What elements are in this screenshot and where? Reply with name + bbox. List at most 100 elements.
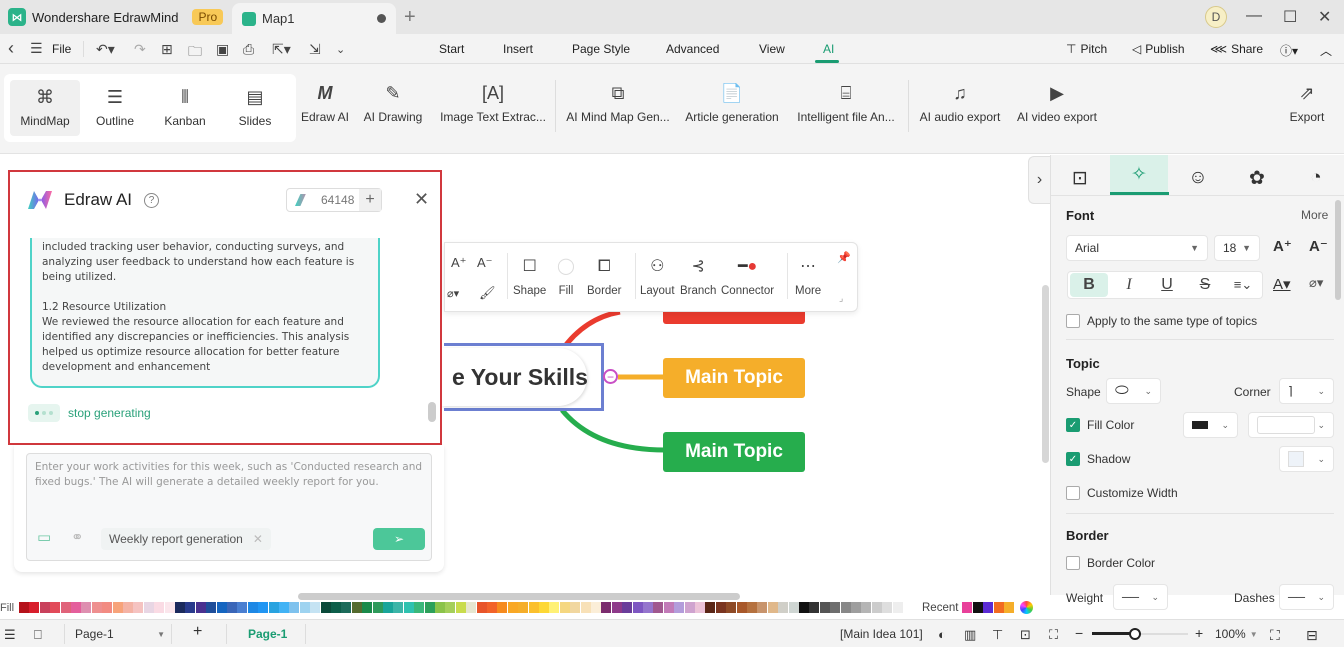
format-painter-icon[interactable]: 🖌 bbox=[479, 285, 496, 301]
tab-start[interactable]: Start bbox=[439, 42, 464, 56]
shadow-option[interactable]: ✓ Shadow bbox=[1066, 452, 1130, 466]
color-swatch[interactable] bbox=[112, 602, 123, 613]
tab-ai[interactable]: AI bbox=[823, 42, 834, 56]
color-swatch[interactable] bbox=[310, 602, 321, 613]
color-swatch[interactable] bbox=[663, 602, 674, 613]
mindmap-context-icon[interactable]: ⚭ bbox=[71, 528, 84, 546]
color-swatch[interactable] bbox=[50, 602, 61, 613]
fit-content-icon[interactable]: ⛶ bbox=[1049, 627, 1058, 643]
decrease-font-icon[interactable]: A⁻ bbox=[477, 255, 493, 271]
color-swatch[interactable] bbox=[133, 602, 144, 613]
layout-button[interactable]: ⚇ Layout bbox=[640, 257, 675, 297]
color-swatch[interactable] bbox=[123, 602, 133, 613]
main-topic-orange[interactable]: Main Topic bbox=[663, 358, 805, 398]
tab-history[interactable]: ◔ bbox=[1287, 163, 1344, 193]
import-icon[interactable]: ⇲ bbox=[309, 41, 321, 58]
kanban-view-button[interactable]: ⫴ Kanban bbox=[154, 86, 216, 128]
color-swatch[interactable] bbox=[643, 602, 653, 613]
color-swatch[interactable] bbox=[268, 602, 279, 613]
highlight-icon[interactable]: ⌀▾ bbox=[447, 287, 459, 300]
color-swatch[interactable] bbox=[507, 602, 518, 613]
save-icon[interactable]: ▣ bbox=[216, 41, 229, 58]
color-swatch[interactable] bbox=[206, 602, 217, 613]
recent-color-swatch[interactable] bbox=[1004, 602, 1014, 613]
document-tab[interactable]: Map1 bbox=[232, 3, 396, 34]
color-swatch[interactable] bbox=[591, 602, 601, 613]
color-swatch[interactable] bbox=[788, 602, 799, 613]
customize-width-checkbox[interactable] bbox=[1066, 486, 1080, 500]
share-button[interactable]: ⋘ Share bbox=[1210, 42, 1263, 56]
color-swatch[interactable] bbox=[102, 602, 113, 613]
ai-video-export-button[interactable]: ▶ AI video export bbox=[1014, 82, 1100, 124]
color-swatch[interactable] bbox=[830, 602, 841, 613]
page-list-icon[interactable]: ☰ bbox=[4, 627, 16, 643]
color-swatch[interactable] bbox=[185, 602, 196, 613]
add-credits-button[interactable]: + bbox=[359, 189, 381, 211]
app-tab[interactable]: ⋈ Wondershare EdrawMind Pro bbox=[8, 6, 224, 28]
color-swatch[interactable] bbox=[882, 602, 893, 613]
close-ai-panel-button[interactable]: ✕ bbox=[414, 189, 429, 210]
border-dashes-select[interactable]: ── ⌄ bbox=[1279, 584, 1334, 610]
color-swatch[interactable] bbox=[487, 602, 497, 613]
add-page-button[interactable]: + bbox=[193, 623, 202, 641]
collapse-right-panel-button[interactable]: › bbox=[1028, 156, 1050, 204]
color-swatch[interactable] bbox=[175, 602, 185, 613]
tab-icons[interactable]: ☺ bbox=[1169, 163, 1227, 193]
redo-icon[interactable]: ↷ bbox=[134, 41, 146, 58]
italic-button[interactable]: I bbox=[1110, 276, 1148, 294]
border-button[interactable]: ⧠ Border bbox=[587, 257, 622, 297]
color-swatch[interactable] bbox=[653, 602, 664, 613]
color-swatch[interactable] bbox=[435, 602, 445, 613]
ai-prompt-input[interactable] bbox=[35, 460, 425, 510]
color-swatch[interactable] bbox=[819, 602, 830, 613]
color-swatch[interactable] bbox=[216, 602, 227, 613]
tab-view[interactable]: View bbox=[759, 42, 785, 56]
font-more-link[interactable]: More bbox=[1301, 208, 1328, 222]
page-tab-active[interactable]: Page-1 bbox=[248, 627, 287, 641]
color-swatch[interactable] bbox=[726, 602, 737, 613]
color-swatch[interactable] bbox=[289, 602, 300, 613]
color-swatch[interactable] bbox=[466, 602, 477, 613]
color-swatch[interactable] bbox=[778, 602, 789, 613]
minimize-button[interactable]: — bbox=[1246, 7, 1262, 25]
border-color-checkbox[interactable] bbox=[1066, 556, 1080, 570]
tab-style[interactable]: ⊡ bbox=[1051, 163, 1109, 193]
increase-font-size-icon[interactable]: A⁺ bbox=[1273, 237, 1292, 255]
color-swatch[interactable] bbox=[372, 602, 383, 613]
color-swatch[interactable] bbox=[320, 602, 331, 613]
branch-button[interactable]: ⊰ Branch bbox=[680, 257, 716, 297]
ai-mindmap-gen-button[interactable]: ⧉ AI Mind Map Gen... bbox=[564, 82, 672, 124]
zoom-slider-track[interactable] bbox=[1092, 628, 1188, 640]
shape-button[interactable]: ☐ Shape bbox=[513, 257, 546, 297]
color-swatch[interactable] bbox=[393, 602, 404, 613]
apply-same-type-option[interactable]: Apply to the same type of topics bbox=[1066, 314, 1257, 328]
right-panel-scrollbar[interactable] bbox=[1335, 200, 1341, 300]
color-swatch[interactable] bbox=[60, 602, 71, 613]
connector-button[interactable]: ━● Connector bbox=[721, 257, 774, 297]
main-topic-green[interactable]: Main Topic bbox=[663, 432, 805, 472]
color-swatch[interactable] bbox=[455, 602, 466, 613]
outline-view-button[interactable]: ☰ Outline bbox=[84, 86, 146, 128]
tab-advanced[interactable]: Advanced bbox=[666, 42, 719, 56]
color-swatch[interactable] bbox=[851, 602, 861, 613]
recent-color-swatch[interactable] bbox=[983, 602, 993, 613]
color-swatch[interactable] bbox=[19, 602, 29, 613]
color-swatch[interactable] bbox=[362, 602, 373, 613]
color-swatch[interactable] bbox=[195, 602, 206, 613]
shadow-checkbox[interactable]: ✓ bbox=[1066, 452, 1080, 466]
back-button[interactable]: ‹ bbox=[8, 38, 14, 59]
customize-width-option[interactable]: Customize Width bbox=[1066, 486, 1178, 500]
resize-handle-icon[interactable]: ⌟ bbox=[839, 293, 843, 304]
color-wheel-icon[interactable] bbox=[1020, 601, 1033, 614]
color-swatch[interactable] bbox=[518, 602, 529, 613]
color-swatch[interactable] bbox=[341, 602, 352, 613]
color-swatch[interactable] bbox=[29, 602, 40, 613]
fill-button[interactable]: ◯ Fill bbox=[557, 257, 575, 297]
pitch-button[interactable]: ⊤ Pitch bbox=[1066, 42, 1107, 56]
zoom-slider-handle[interactable] bbox=[1129, 628, 1142, 640]
avatar[interactable]: D bbox=[1205, 6, 1227, 28]
color-swatch[interactable] bbox=[331, 602, 341, 613]
align-button[interactable]: ≡⌄ bbox=[1224, 277, 1262, 293]
ai-drawing-button[interactable]: ✎ AI Drawing bbox=[360, 82, 426, 124]
article-generation-button[interactable]: 📄 Article generation bbox=[682, 82, 782, 124]
